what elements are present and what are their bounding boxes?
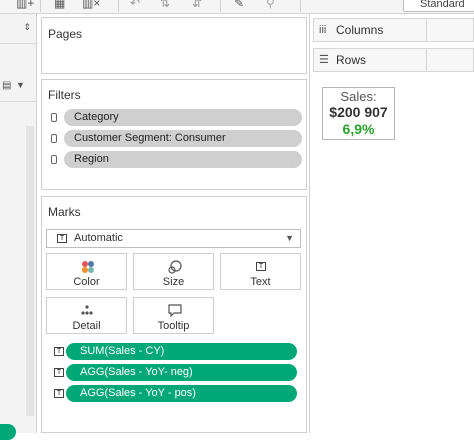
- sort-icon[interactable]: ⇵: [192, 0, 202, 10]
- shelf-divider: [426, 48, 427, 72]
- color-label: Color: [73, 276, 100, 288]
- tooltip-button[interactable]: Tooltip: [133, 297, 214, 334]
- data-pane-header: ⇕: [0, 14, 37, 44]
- chevron-down-icon[interactable]: ▼: [16, 80, 25, 90]
- field-pill[interactable]: [0, 424, 16, 440]
- list-view-icon[interactable]: ▤: [2, 80, 11, 91]
- pages-card[interactable]: Pages: [41, 17, 307, 74]
- kpi-change: 6,9%: [342, 121, 375, 137]
- size-button[interactable]: Size: [133, 253, 214, 290]
- toolbar-separator: [118, 0, 119, 12]
- filter-field-icon: [51, 113, 57, 122]
- tooltip-label: Tooltip: [157, 320, 190, 332]
- detail-icon: [81, 305, 93, 315]
- columns-label: Columns: [336, 23, 384, 37]
- rows-icon: ☰: [319, 54, 329, 66]
- text-mark-icon: T: [54, 368, 64, 377]
- color-button[interactable]: Color: [46, 253, 127, 290]
- mark-pill-sum-sales-cy[interactable]: SUM(Sales - CY): [66, 343, 297, 360]
- marks-title: Marks: [48, 205, 81, 219]
- filter-pill-category[interactable]: Category: [64, 109, 302, 126]
- chevron-down-icon: ▼: [285, 233, 294, 243]
- scrollbar[interactable]: [26, 126, 34, 416]
- columns-shelf[interactable]: iii Columns: [313, 18, 474, 42]
- undo-icon[interactable]: ↶: [130, 0, 140, 10]
- sort-arrows-icon[interactable]: ⇕: [23, 22, 31, 33]
- clear-icon[interactable]: ▦: [54, 0, 65, 10]
- filter-pill-region[interactable]: Region: [64, 151, 302, 168]
- fit-dropdown[interactable]: Standard: [403, 0, 474, 12]
- filter-pill-customer-segment[interactable]: Customer Segment: Consumer: [64, 130, 302, 147]
- panel-divider[interactable]: [309, 14, 310, 433]
- toolbar-separator: [220, 0, 221, 12]
- pin-icon[interactable]: ⚲: [266, 0, 275, 10]
- swap-icon[interactable]: ⇅: [160, 0, 170, 10]
- clear-sheet-icon[interactable]: ▥×: [82, 0, 100, 10]
- shelf-divider: [426, 18, 427, 42]
- columns-icon: iii: [319, 24, 327, 36]
- size-icon: [168, 260, 182, 274]
- mark-type-value: Automatic: [74, 232, 123, 244]
- filters-title: Filters: [48, 88, 81, 102]
- highlight-icon[interactable]: ✎: [234, 0, 244, 10]
- mark-pill-sales-yoy-pos[interactable]: AGG(Sales - YoY - pos): [66, 385, 297, 402]
- add-sheet-icon[interactable]: ▥+: [16, 0, 34, 10]
- kpi-card[interactable]: Sales: $200 907 6,9%: [322, 87, 395, 140]
- size-label: Size: [162, 276, 185, 288]
- mark-pill-sales-yoy-neg[interactable]: AGG(Sales - YoY- neg): [66, 364, 297, 381]
- pages-title: Pages: [48, 27, 83, 41]
- text-mark-icon: T: [54, 389, 64, 398]
- data-pane: ⇕ ▤ ▼: [0, 14, 37, 440]
- color-icon: [82, 261, 94, 273]
- kpi-value: $200 907: [329, 104, 388, 120]
- text-label: Text: [250, 276, 271, 288]
- detail-label: Detail: [72, 320, 101, 332]
- detail-button[interactable]: Detail: [46, 297, 127, 334]
- filter-field-icon: [51, 134, 57, 143]
- text-mark-icon: T: [54, 347, 64, 356]
- rows-shelf[interactable]: ☰ Rows: [313, 48, 474, 72]
- toolbar-separator: [40, 0, 41, 12]
- mark-type-dropdown[interactable]: T Automatic ▼: [46, 229, 301, 248]
- rows-label: Rows: [336, 53, 367, 67]
- kpi-label: Sales:: [340, 89, 377, 104]
- toolbar: ▥+ ▦ ▥× ↶ ⇅ ⇵ ✎ ⚲ Standard: [0, 0, 474, 14]
- toolbar-separator: [300, 0, 301, 12]
- text-mark-icon: T: [57, 234, 67, 243]
- text-icon: T: [256, 262, 266, 271]
- data-pane-toolbar: ▤ ▼: [0, 72, 37, 102]
- tooltip-icon: [168, 304, 182, 317]
- text-button[interactable]: T Text: [220, 253, 301, 290]
- filter-field-icon: [51, 155, 57, 164]
